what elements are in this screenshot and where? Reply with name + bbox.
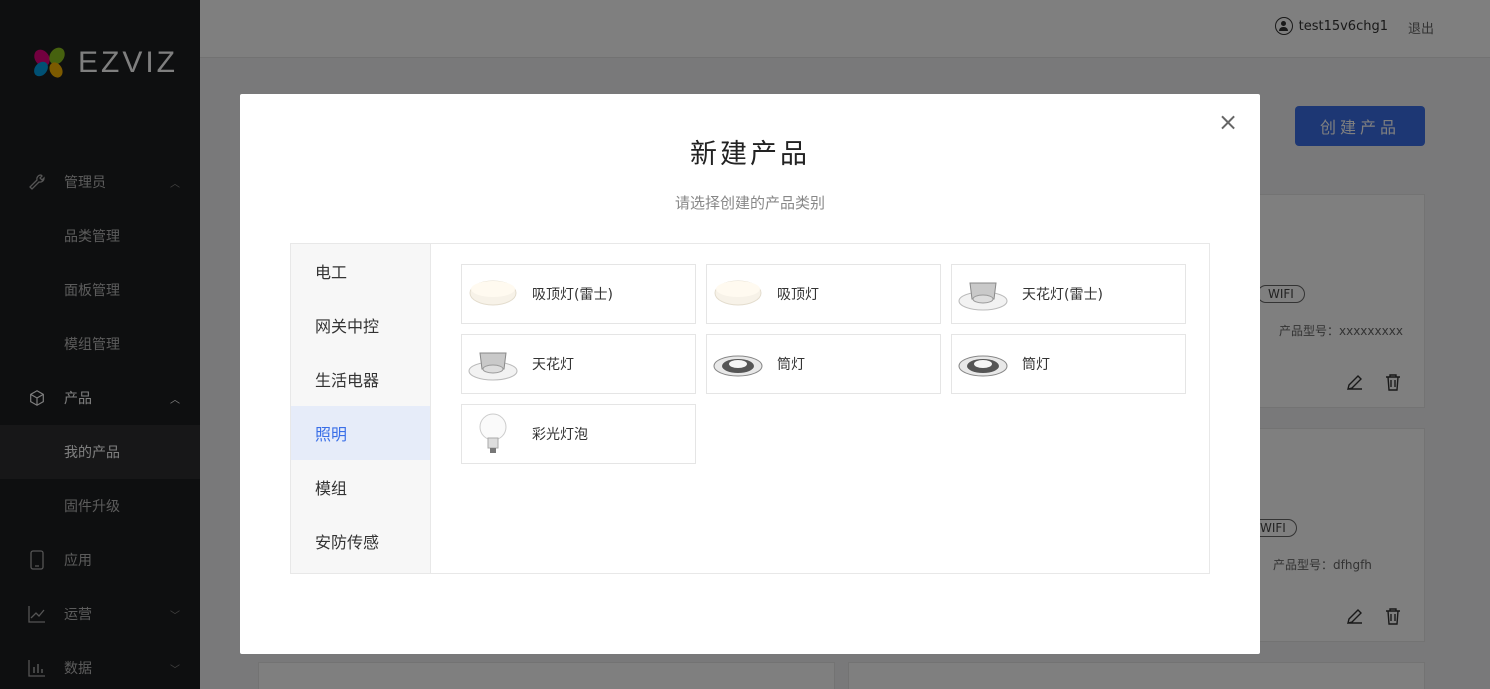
product-name: 筒灯 bbox=[777, 357, 805, 373]
category-item-security[interactable]: 安防传感 bbox=[291, 514, 430, 568]
product-option[interactable]: 彩光灯泡 bbox=[461, 404, 696, 464]
product-option[interactable]: 天花灯 bbox=[461, 334, 696, 394]
product-option[interactable]: 吸顶灯(雷士) bbox=[461, 264, 696, 324]
category-item-lighting[interactable]: 照明 bbox=[291, 406, 430, 460]
product-option[interactable]: 天花灯(雷士) bbox=[951, 264, 1186, 324]
category-item-module[interactable]: 模组 bbox=[291, 460, 430, 514]
category-item-appliances[interactable]: 生活电器 bbox=[291, 352, 430, 406]
category-list: 电工 网关中控 生活电器 照明 模组 安防传感 bbox=[291, 244, 431, 573]
ceiling-light-icon bbox=[712, 270, 764, 318]
product-option[interactable]: 吸顶灯 bbox=[706, 264, 941, 324]
ceiling-spot-icon bbox=[957, 270, 1009, 318]
downlight-icon bbox=[957, 340, 1009, 388]
category-item-gateway[interactable]: 网关中控 bbox=[291, 298, 430, 352]
product-name: 天花灯(雷士) bbox=[1022, 287, 1103, 303]
close-icon[interactable]: × bbox=[1216, 110, 1240, 134]
dialog-subtitle: 请选择创建的产品类别 bbox=[674, 194, 825, 212]
ceiling-light-icon bbox=[467, 270, 519, 318]
product-name: 彩光灯泡 bbox=[532, 427, 588, 443]
bulb-icon bbox=[467, 410, 519, 458]
category-item-electrical[interactable]: 电工 bbox=[291, 244, 430, 298]
downlight-icon bbox=[712, 340, 764, 388]
product-name: 天花灯 bbox=[532, 357, 574, 373]
product-name: 筒灯 bbox=[1022, 357, 1050, 373]
new-product-dialog: × 新建产品 请选择创建的产品类别 电工 网关中控 生活电器 照明 模组 安防传… bbox=[240, 94, 1260, 654]
product-option[interactable]: 筒灯 bbox=[706, 334, 941, 394]
product-name: 吸顶灯(雷士) bbox=[532, 287, 613, 303]
product-name: 吸顶灯 bbox=[777, 287, 819, 303]
category-panel: 电工 网关中控 生活电器 照明 模组 安防传感 吸顶灯(雷士) 吸顶灯 天花灯(… bbox=[290, 243, 1210, 574]
dialog-title: 新建产品 bbox=[690, 139, 810, 170]
ceiling-spot-icon bbox=[467, 340, 519, 388]
product-option[interactable]: 筒灯 bbox=[951, 334, 1186, 394]
